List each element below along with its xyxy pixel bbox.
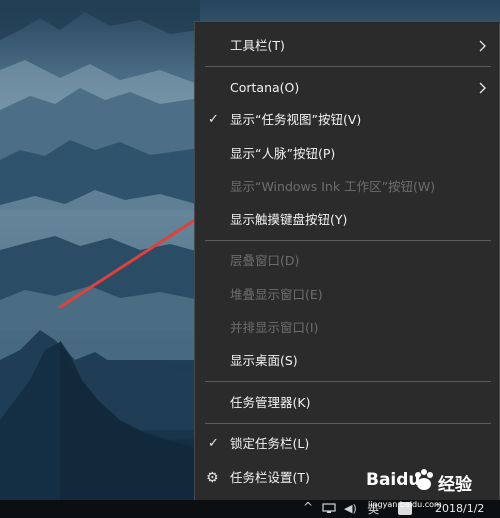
chevron-right-icon: [479, 40, 486, 52]
menu-item-stack-windows: 堆叠显示窗口(E): [195, 279, 499, 311]
baidu-jingyan-watermark: Baidu 经验 jingyan.baidu.com: [362, 464, 500, 514]
checkmark-icon: ✓: [208, 112, 219, 127]
menu-item-show-touch-keyboard[interactable]: 显示触摸键盘按钮(Y): [195, 204, 499, 236]
menu-separator: [205, 240, 491, 241]
menu-separator: [205, 423, 491, 424]
menu-item-label: Cortana(O): [230, 80, 300, 95]
menu-item-lock-taskbar[interactable]: ✓ 锁定任务栏(L): [195, 428, 499, 460]
show-hidden-icons-button[interactable]: ^: [303, 500, 313, 514]
menu-item-label: 层叠窗口(D): [230, 253, 300, 268]
paw-logo-icon: [415, 469, 433, 490]
menu-item-show-desktop[interactable]: 显示桌面(S): [195, 345, 499, 377]
menu-item-label: 任务管理器(K): [230, 395, 311, 410]
menu-item-toolbars[interactable]: 工具栏(T): [195, 30, 499, 62]
menu-item-label: 并排显示窗口(I): [230, 320, 319, 335]
menu-item-label: 任务栏设置(T): [230, 470, 310, 485]
menu-item-label: 显示触摸键盘按钮(Y): [230, 212, 348, 227]
network-icon[interactable]: [322, 503, 336, 514]
menu-item-task-manager[interactable]: 任务管理器(K): [195, 387, 499, 419]
menu-item-show-windows-ink: 显示“Windows Ink 工作区”按钮(W): [195, 171, 499, 203]
watermark-brand-cn: 经验: [438, 475, 472, 495]
menu-item-label: 显示桌面(S): [230, 353, 298, 368]
menu-item-label: 显示“人脉”按钮(P): [230, 146, 336, 161]
menu-item-cortana[interactable]: Cortana(O): [195, 72, 499, 104]
watermark-url: jingyan.baidu.com: [368, 500, 442, 509]
menu-item-label: 显示“Windows Ink 工作区”按钮(W): [230, 179, 436, 194]
menu-item-label: 锁定任务栏(L): [230, 436, 310, 451]
menu-item-show-people[interactable]: 显示“人脉”按钮(P): [195, 138, 499, 170]
volume-icon[interactable]: ◀): [344, 502, 357, 515]
menu-item-side-by-side-windows: 并排显示窗口(I): [195, 312, 499, 344]
menu-item-show-task-view[interactable]: ✓ 显示“任务视图”按钮(V): [195, 104, 499, 136]
chevron-right-icon: [479, 82, 486, 94]
checkmark-icon: ✓: [208, 436, 219, 451]
taskbar-context-menu: 工具栏(T) Cortana(O) ✓ 显示“任务视图”按钮(V) 显示“人脉”…: [194, 21, 500, 501]
menu-separator: [205, 66, 491, 67]
menu-item-label: 堆叠显示窗口(E): [230, 287, 323, 302]
menu-item-cascade-windows: 层叠窗口(D): [195, 245, 499, 277]
menu-item-label: 显示“任务视图”按钮(V): [230, 112, 362, 127]
gear-icon: ⚙: [206, 470, 219, 486]
menu-separator: [205, 381, 491, 382]
menu-item-label: 工具栏(T): [230, 38, 285, 53]
